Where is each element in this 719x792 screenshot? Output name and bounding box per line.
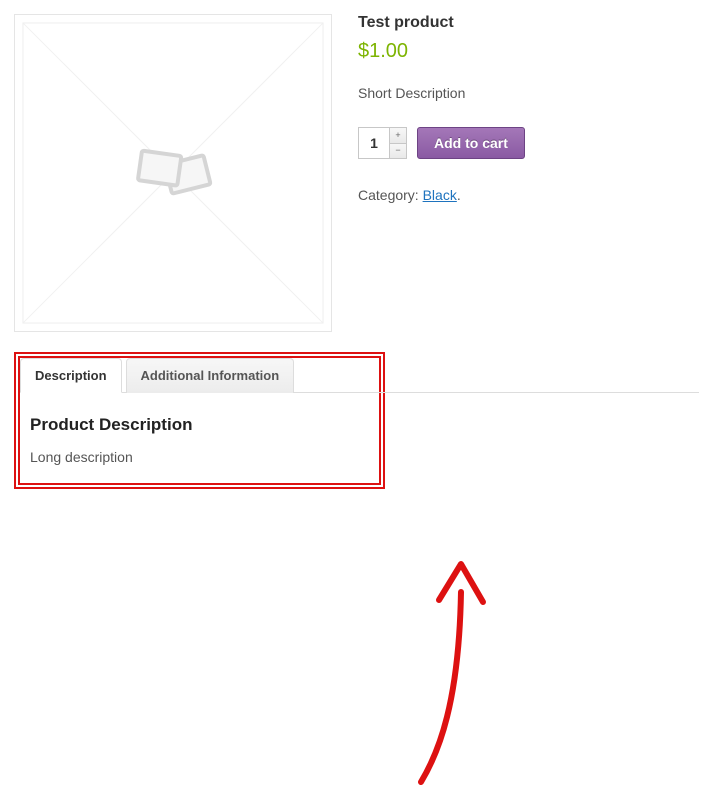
category-suffix: . xyxy=(457,187,461,203)
annotation-highlight-box: Description Additional Information Produ… xyxy=(14,352,385,489)
short-description: Short Description xyxy=(358,85,705,101)
description-panel-content: Long description xyxy=(30,449,369,465)
tab-additional-information[interactable]: Additional Information xyxy=(126,358,295,393)
category-link[interactable]: Black xyxy=(423,187,457,203)
quantity-input[interactable] xyxy=(359,128,389,158)
product-meta: Category: Black. xyxy=(358,187,705,203)
quantity-increase-button[interactable]: + xyxy=(390,128,406,144)
product-summary: Test product $1.00 Short Description + −… xyxy=(358,14,705,203)
annotation-arrow xyxy=(409,552,509,792)
add-to-cart-form: + − Add to cart xyxy=(358,127,705,159)
category-label: Category: xyxy=(358,187,423,203)
quantity-stepper[interactable]: + − xyxy=(358,127,407,159)
product-tabs: Description Additional Information xyxy=(20,358,379,393)
product-title: Test product xyxy=(358,14,705,32)
add-to-cart-button[interactable]: Add to cart xyxy=(417,127,525,159)
tab-description[interactable]: Description xyxy=(20,358,122,393)
quantity-decrease-button[interactable]: − xyxy=(390,144,406,159)
description-panel-heading: Product Description xyxy=(30,415,369,435)
product-image-placeholder[interactable] xyxy=(14,14,332,332)
product-price: $1.00 xyxy=(358,40,705,63)
